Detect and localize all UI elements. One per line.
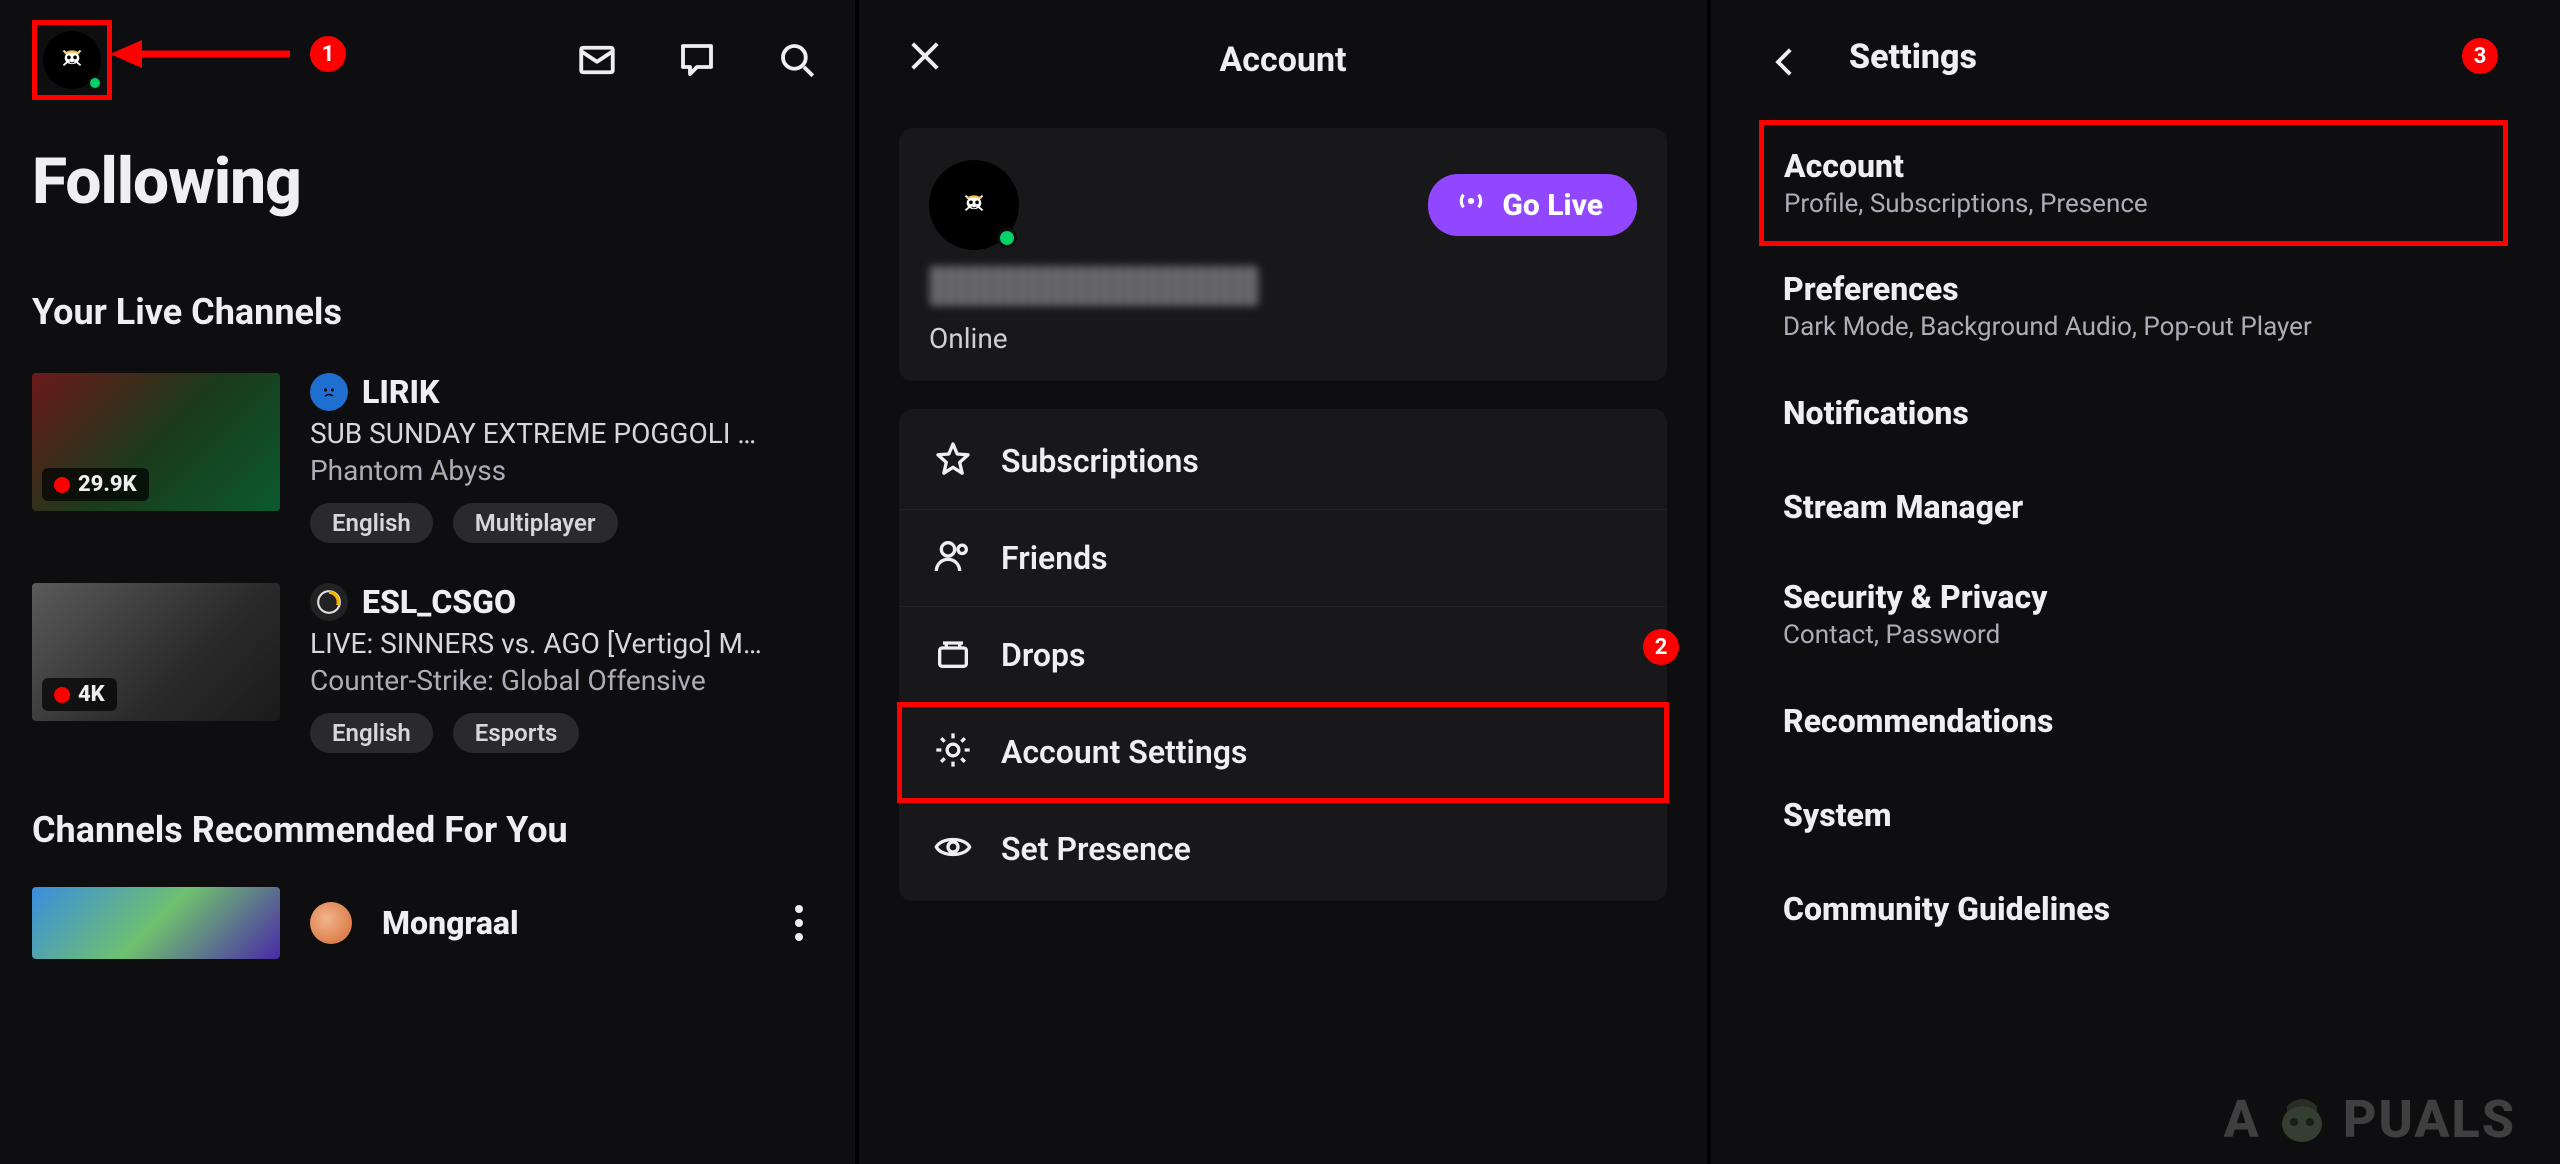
live-dot-icon [54, 477, 70, 493]
screen-title: Settings [1849, 37, 1977, 77]
section-live-channels: Your Live Channels [32, 291, 823, 333]
watermark-text-left: A [2224, 1089, 2261, 1150]
channel-avatar[interactable] [310, 373, 348, 411]
settings-title: Preferences [1783, 270, 2484, 308]
live-viewer-pill: 4K [42, 678, 117, 711]
settings-title: Recommendations [1783, 702, 2484, 740]
broadcast-icon [1456, 186, 1486, 224]
back-icon[interactable] [1759, 36, 1811, 88]
go-live-label: Go Live [1502, 188, 1603, 223]
profile-avatar[interactable] [929, 160, 1019, 250]
following-screen: 1 Following Your Live Channels [0, 0, 855, 1164]
stream-title: SUB SUNDAY EXTREME POGGOLI … [310, 417, 823, 450]
live-channel-row[interactable]: 29.9K LIRIK SUB SUNDAY EXTREME POGGOLI …… [32, 373, 823, 543]
settings-item-preferences[interactable]: Preferences Dark Mode, Background Audio,… [1759, 246, 2508, 366]
settings-subtitle: Dark Mode, Background Audio, Pop-out Pla… [1783, 312, 2484, 342]
stream-thumbnail[interactable] [32, 887, 280, 959]
settings-item-system[interactable]: System [1759, 768, 2508, 862]
stream-tag[interactable]: English [310, 713, 433, 753]
settings-item-notifications[interactable]: Notifications [1759, 366, 2508, 460]
menu-label: Friends [1001, 539, 1108, 577]
stream-thumbnail[interactable]: 29.9K [32, 373, 280, 511]
menu-item-friends[interactable]: Friends [899, 510, 1667, 607]
channel-name[interactable]: LIRIK [362, 373, 439, 411]
recommended-channel-row[interactable]: Mongraal [32, 887, 823, 959]
annotation-badge-1: 1 [310, 36, 346, 72]
menu-label: Subscriptions [1001, 442, 1199, 480]
star-icon [933, 439, 973, 483]
settings-subtitle: Profile, Subscriptions, Presence [1784, 189, 2483, 219]
settings-item-community-guidelines[interactable]: Community Guidelines [1759, 862, 2508, 956]
annotation-arrow-1: 1 [110, 34, 320, 74]
settings-screen: Settings 3 Account Profile, Subscription… [1711, 0, 2556, 1164]
drops-icon [933, 633, 973, 677]
inbox-icon[interactable] [571, 34, 623, 86]
profile-avatar[interactable] [43, 31, 101, 89]
skull-icon [57, 47, 87, 73]
stream-tag[interactable]: Esports [453, 713, 580, 753]
stream-category[interactable]: Counter-Strike: Global Offensive [310, 664, 823, 697]
live-dot-icon [54, 687, 70, 703]
viewer-count: 4K [78, 682, 105, 707]
settings-title: Stream Manager [1783, 488, 2484, 526]
channel-name[interactable]: Mongraal [382, 904, 519, 942]
stream-thumbnail[interactable]: 4K [32, 583, 280, 721]
menu-item-account-settings[interactable]: Account Settings [899, 704, 1667, 801]
viewer-count: 29.9K [78, 472, 137, 497]
menu-label: Drops [1001, 636, 1085, 674]
annotation-badge-3: 3 [2462, 38, 2498, 74]
watermark-logo-icon [2267, 1084, 2337, 1154]
settings-title: System [1783, 796, 2484, 834]
presence-dot-icon [88, 76, 102, 90]
menu-label: Account Settings [1001, 733, 1247, 771]
channel-avatar[interactable] [310, 583, 348, 621]
live-viewer-pill: 29.9K [42, 468, 149, 501]
presence-dot-icon [997, 228, 1017, 248]
watermark-text-right: PUALS [2343, 1089, 2516, 1150]
settings-title: Account [1784, 147, 2483, 185]
stream-category[interactable]: Phantom Abyss [310, 454, 823, 487]
stream-title: LIVE: SINNERS vs. AGO [Vertigo] M… [310, 627, 823, 660]
skull-icon [959, 192, 989, 218]
profile-avatar-highlight [32, 20, 112, 100]
settings-item-recommendations[interactable]: Recommendations [1759, 674, 2508, 768]
page-title: Following [32, 144, 823, 219]
stream-tag[interactable]: English [310, 503, 433, 543]
username-redacted [929, 266, 1259, 306]
settings-item-security[interactable]: Security & Privacy Contact, Password [1759, 554, 2508, 674]
section-recommended: Channels Recommended For You [32, 809, 823, 851]
settings-item-stream-manager[interactable]: Stream Manager [1759, 460, 2508, 554]
more-options-icon[interactable] [795, 905, 803, 941]
settings-item-account[interactable]: Account Profile, Subscriptions, Presence [1759, 120, 2508, 246]
search-icon[interactable] [771, 34, 823, 86]
stream-tag[interactable]: Multiplayer [453, 503, 618, 543]
annotation-badge-2: 2 [1643, 629, 1679, 665]
friends-icon [933, 536, 973, 580]
close-icon[interactable] [899, 30, 951, 82]
menu-label: Set Presence [1001, 830, 1191, 868]
settings-title: Notifications [1783, 394, 2484, 432]
account-screen: Account Go Live Online S [859, 0, 1707, 1164]
live-channel-row[interactable]: 4K ESL_CSGO LIVE: SINNERS vs. AGO [Verti… [32, 583, 823, 753]
go-live-button[interactable]: Go Live [1428, 174, 1637, 236]
menu-item-set-presence[interactable]: Set Presence [899, 801, 1667, 897]
settings-title: Security & Privacy [1783, 578, 2484, 616]
menu-item-subscriptions[interactable]: Subscriptions [899, 413, 1667, 510]
settings-title: Community Guidelines [1783, 890, 2484, 928]
chat-icon[interactable] [671, 34, 723, 86]
watermark: A PUALS [2224, 1084, 2516, 1154]
screen-title: Account [1219, 40, 1346, 80]
presence-status: Online [929, 322, 1637, 355]
profile-card: Go Live Online [899, 128, 1667, 381]
channel-name[interactable]: ESL_CSGO [362, 583, 516, 621]
account-menu: Subscriptions Friends Drops 2 Account Se… [899, 409, 1667, 901]
gear-icon [933, 730, 973, 774]
eye-icon [933, 827, 973, 871]
settings-subtitle: Contact, Password [1783, 620, 2484, 650]
menu-item-drops[interactable]: Drops 2 [899, 607, 1667, 704]
channel-avatar[interactable] [310, 902, 352, 944]
